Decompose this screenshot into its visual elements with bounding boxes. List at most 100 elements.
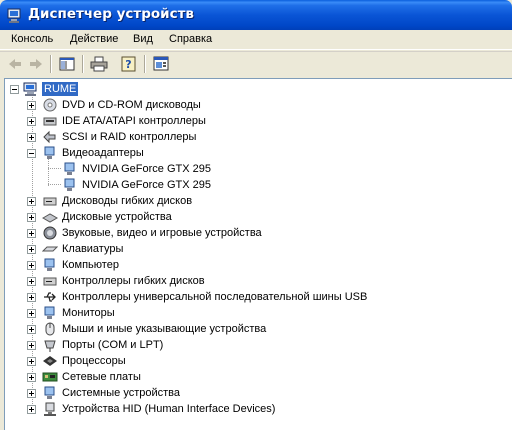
expand-icon[interactable] <box>27 389 36 398</box>
expand-icon[interactable] <box>27 341 36 350</box>
menu-console[interactable]: Консоль <box>8 33 56 45</box>
tree-item-display-adapters[interactable]: Видеоадаптеры <box>5 145 405 161</box>
tree-item-keyboards[interactable]: Клавиатуры <box>5 241 405 257</box>
menu-help[interactable]: Справка <box>166 33 215 45</box>
dvd-drive-icon <box>42 97 58 113</box>
disk-drive-icon <box>41 209 59 225</box>
floppy-drive-icon <box>42 193 58 209</box>
mouse-icon <box>42 321 58 337</box>
tree-item-label: Компьютер <box>62 259 119 271</box>
keyboard-icon <box>41 241 59 257</box>
expand-icon[interactable] <box>27 133 36 142</box>
tree-item-disk-drives[interactable]: Дисковые устройства <box>5 209 405 225</box>
ide-controller-icon <box>42 113 58 129</box>
properties-button[interactable] <box>150 54 172 74</box>
expand-icon[interactable] <box>27 245 36 254</box>
computer-small-icon <box>42 257 58 273</box>
title-bar[interactable]: Диспетчер устройств <box>0 0 512 30</box>
collapse-icon[interactable] <box>10 85 19 94</box>
floppy-controller-icon <box>42 273 58 289</box>
tree-item-ports[interactable]: Порты (COM и LPT) <box>5 337 405 353</box>
help-button[interactable]: ? <box>118 54 140 74</box>
expand-icon[interactable] <box>27 357 36 366</box>
system-device-icon <box>42 385 58 401</box>
print-button[interactable] <box>88 54 110 74</box>
tree-item-label: Системные устройства <box>62 387 181 399</box>
display-adapter-icon <box>62 177 78 193</box>
root-label[interactable]: RUME <box>42 82 79 96</box>
expand-icon[interactable] <box>27 213 36 222</box>
forward-button[interactable] <box>25 54 47 74</box>
menu-bar: Консоль Действие Вид Справка <box>0 30 512 50</box>
tree-item-network[interactable]: Сетевые платы <box>5 369 405 385</box>
tree-item-ide[interactable]: IDE ATA/ATAPI контроллеры <box>5 113 405 129</box>
back-icon <box>9 59 21 69</box>
scsi-controller-icon <box>42 129 58 145</box>
tree-item-label: Мониторы <box>62 307 115 319</box>
tree-item-system-devices[interactable]: Системные устройства <box>5 385 405 401</box>
collapse-icon[interactable] <box>27 149 36 158</box>
expand-icon[interactable] <box>27 325 36 334</box>
monitor-icon <box>42 305 58 321</box>
properties-icon <box>153 56 169 71</box>
show-hide-tree-button[interactable] <box>56 54 78 74</box>
menu-action[interactable]: Действие <box>67 33 121 45</box>
tree-item-floppy-controllers[interactable]: Контроллеры гибких дисков <box>5 273 405 289</box>
display-adapter-icon <box>42 145 58 161</box>
tree-item-processors[interactable]: Процессоры <box>5 353 405 369</box>
tree-item-label: Звуковые, видео и игровые устройства <box>62 227 262 239</box>
tree-item-computer[interactable]: Компьютер <box>5 257 405 273</box>
network-card-icon <box>42 369 58 385</box>
tree-item-usb[interactable]: Контроллеры универсальной последовательн… <box>5 289 425 305</box>
expand-icon[interactable] <box>27 229 36 238</box>
toolbar-separator <box>82 55 84 73</box>
expand-icon[interactable] <box>27 293 36 302</box>
expand-icon[interactable] <box>27 405 36 414</box>
device-tree[interactable]: RUME DVD и CD-ROM дисководы IDE ATA/ATAP… <box>4 78 512 430</box>
expand-icon[interactable] <box>27 277 36 286</box>
tree-item-label: Клавиатуры <box>62 243 124 255</box>
tree-item-label: Процессоры <box>62 355 126 367</box>
device-manager-icon <box>6 6 24 24</box>
tree-item-dvd[interactable]: DVD и CD-ROM дисководы <box>5 97 405 113</box>
window-title: Диспетчер устройств <box>28 6 194 22</box>
tree-item-label: Контроллеры гибких дисков <box>62 275 205 287</box>
tree-child-gpu[interactable]: NVIDIA GeForce GTX 295 <box>5 161 405 177</box>
tree-item-label: SCSI и RAID контроллеры <box>62 131 197 143</box>
svg-text:?: ? <box>125 58 131 71</box>
sound-icon <box>42 225 58 241</box>
expand-icon[interactable] <box>27 101 36 110</box>
tree-item-label: Видеоадаптеры <box>62 147 144 159</box>
tree-child-label: NVIDIA GeForce GTX 295 <box>82 179 211 191</box>
expand-icon[interactable] <box>27 373 36 382</box>
expand-icon[interactable] <box>27 117 36 126</box>
show-hide-console-tree-icon <box>59 57 75 71</box>
tree-item-monitors[interactable]: Мониторы <box>5 305 405 321</box>
toolbar: ? <box>0 51 512 76</box>
back-button[interactable] <box>4 54 26 74</box>
tree-item-label: Устройства HID (Human Interface Devices) <box>62 403 276 415</box>
tree-item-label: DVD и CD-ROM дисководы <box>62 99 201 111</box>
processor-icon <box>42 353 58 369</box>
tree-item-floppy-drives[interactable]: Дисководы гибких дисков <box>5 193 405 209</box>
tree-item-label: Дисководы гибких дисков <box>62 195 193 207</box>
tree-child-gpu[interactable]: NVIDIA GeForce GTX 295 <box>5 177 405 193</box>
tree-item-label: Порты (COM и LPT) <box>62 339 164 351</box>
tree-child-label: NVIDIA GeForce GTX 295 <box>82 163 211 175</box>
tree-item-hid[interactable]: Устройства HID (Human Interface Devices) <box>5 401 405 417</box>
tree-item-mice[interactable]: Мыши и иные указывающие устройства <box>5 321 405 337</box>
tree-item-label: Дисковые устройства <box>62 211 172 223</box>
tree-item-sound[interactable]: Звуковые, видео и игровые устройства <box>5 225 405 241</box>
tree-item-label: Мыши и иные указывающие устройства <box>62 323 267 335</box>
tree-root[interactable]: RUME <box>5 81 125 97</box>
tree-item-label: Контроллеры универсальной последовательн… <box>62 291 368 303</box>
expand-icon[interactable] <box>27 309 36 318</box>
expand-icon[interactable] <box>27 261 36 270</box>
tree-item-scsi[interactable]: SCSI и RAID контроллеры <box>5 129 405 145</box>
help-icon: ? <box>121 56 136 72</box>
tree-item-label: IDE ATA/ATAPI контроллеры <box>62 115 206 127</box>
expand-icon[interactable] <box>27 197 36 206</box>
usb-icon <box>42 289 58 305</box>
menu-view[interactable]: Вид <box>130 33 156 45</box>
hid-icon <box>42 401 58 417</box>
